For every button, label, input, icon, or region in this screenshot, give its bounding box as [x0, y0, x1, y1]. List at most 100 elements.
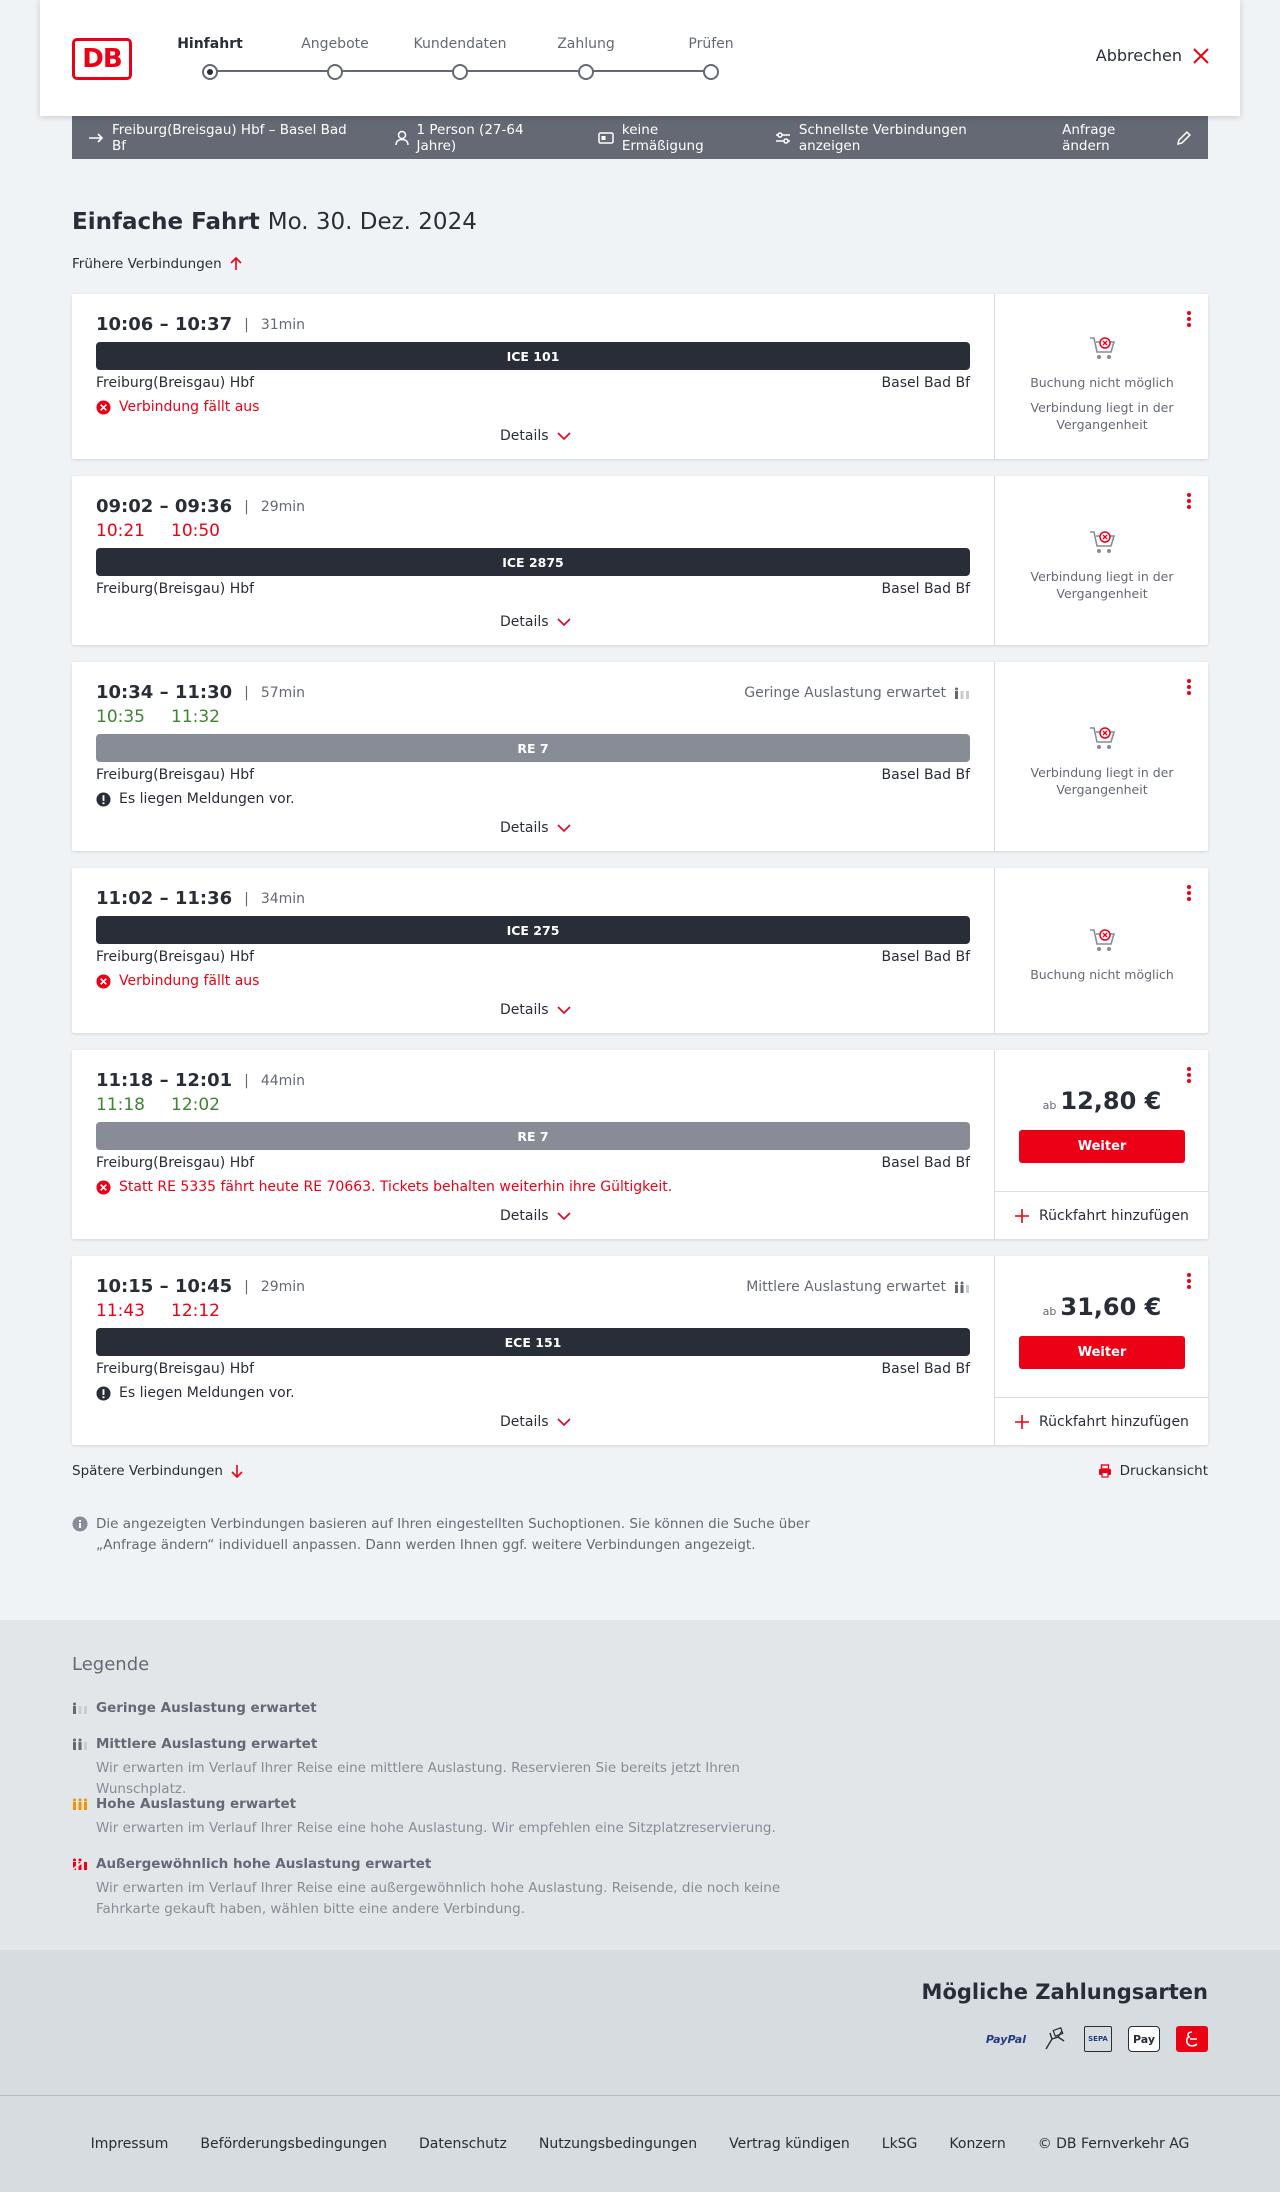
error-icon: [96, 399, 111, 415]
price-label: ab 12,80 €: [1042, 1087, 1162, 1115]
arrow-right-icon: [89, 132, 104, 143]
passenger-summary: 1 Person (27-64 Jahre): [394, 122, 566, 154]
medium-occupancy-icon: [73, 1738, 87, 1750]
details-toggle[interactable]: Details: [500, 428, 571, 444]
connection-card: 11:18 – 12:01 | 44min 11:18 12:02 RE 7 Frei…: [72, 1050, 1209, 1239]
chevron-down-icon: [556, 618, 571, 626]
footer-link-datenschutz[interactable]: Datenschutz: [419, 2136, 507, 2152]
low-occupancy-icon: [73, 1702, 87, 1714]
destination-station: Basel Bad Bf: [881, 375, 970, 391]
medium-occupancy-icon: [955, 1281, 969, 1293]
connection-times: 09:02 – 09:36 | 29min: [96, 496, 306, 517]
sepa-icon: SEPA: [1084, 2026, 1112, 2052]
occupancy-indicator: Mittlere Auslastung erwartet: [746, 1279, 970, 1295]
connection-card: 10:06 – 10:37 | 31min ICE 101 Freiburg(Bre…: [72, 294, 1208, 459]
booking-unavailable: Verbindung liegt in der Vergangenheit: [995, 724, 1209, 798]
train-bar: ICE 2875: [96, 548, 970, 576]
arrow-up-icon: [230, 257, 242, 270]
train-bar: ECE 151: [96, 1328, 970, 1356]
details-toggle[interactable]: Details: [500, 1414, 571, 1430]
continue-button[interactable]: Weiter: [1019, 1130, 1185, 1163]
connection-times: 10:15 – 10:45 | 29min: [96, 1276, 306, 1297]
printer-icon: [1098, 1464, 1111, 1478]
details-toggle[interactable]: Details: [500, 1208, 571, 1224]
fastest-option: Schnellste Verbindungen anzeigen: [775, 122, 1030, 154]
close-icon: [1193, 47, 1209, 64]
very-high-occupancy-icon: [72, 1858, 88, 1870]
destination-station: Basel Bad Bf: [881, 1155, 970, 1171]
filter-icon: [775, 131, 790, 144]
edit-query-button[interactable]: Anfrage ändern: [1062, 122, 1192, 154]
origin-station: Freiburg(Breisgau) Hbf: [96, 949, 255, 965]
more-options-icon[interactable]: [1186, 678, 1192, 696]
origin-station: Freiburg(Breisgau) Hbf: [96, 375, 255, 391]
later-connections-link[interactable]: Spätere Verbindungen: [72, 1463, 243, 1479]
header: DB Hinfahrt Angebote Kundendaten Zahlung…: [40, 0, 1240, 116]
connection-times: 10:06 – 10:37 | 31min: [96, 314, 306, 335]
destination-station: Basel Bad Bf: [881, 949, 970, 965]
db-card-icon: [1176, 2026, 1208, 2052]
error-icon: [96, 973, 111, 989]
legend-item: Mittlere Auslastung erwartet Wir erwarte…: [72, 1736, 832, 1800]
search-info-note: Die angezeigten Verbindungen basieren au…: [72, 1514, 852, 1556]
more-options-icon[interactable]: [1186, 492, 1192, 510]
more-options-icon[interactable]: [1186, 310, 1192, 328]
page-title: Einfache Fahrt Mo. 30. Dez. 2024: [72, 209, 477, 235]
details-toggle[interactable]: Details: [500, 820, 571, 836]
plus-icon: [1015, 1414, 1030, 1429]
train-bar: ICE 275: [96, 916, 970, 944]
legend-item: Geringe Auslastung erwartet: [72, 1700, 832, 1716]
occupancy-legend: Legende Geringe Auslastung erwartet Mitt…: [0, 1620, 1280, 1950]
legend-title: Legende: [72, 1654, 150, 1675]
occupancy-indicator: Geringe Auslastung erwartet: [744, 685, 970, 701]
more-options-icon[interactable]: [1186, 884, 1192, 902]
more-options-icon[interactable]: [1186, 1272, 1192, 1290]
booking-unavailable: Verbindung liegt in der Vergangenheit: [995, 528, 1209, 602]
realtime-times: 10:35 11:32: [96, 707, 220, 727]
origin-station: Freiburg(Breisgau) Hbf: [96, 1361, 255, 1377]
train-bar: RE 7: [96, 734, 970, 762]
warning-icon: [96, 1385, 111, 1401]
footer-link-lksg[interactable]: LkSG: [882, 2136, 918, 2152]
cancel-button[interactable]: Abbrechen: [1096, 46, 1210, 65]
paypal-icon: PayPal: [985, 2032, 1026, 2046]
payment-icons: PayPal SEPA Pay: [986, 2026, 1208, 2052]
cart-unavailable-icon: [1090, 337, 1116, 359]
db-logo[interactable]: DB: [72, 38, 132, 80]
destination-station: Basel Bad Bf: [881, 581, 970, 597]
booking-unavailable: Buchung nicht möglich Verbindung liegt i…: [995, 334, 1209, 433]
cancellation-message: Verbindung fällt aus: [96, 973, 259, 989]
route-summary: Freiburg(Breisgau) Hbf – Basel Bad Bf: [88, 122, 363, 154]
footer-link-impressum[interactable]: Impressum: [91, 2136, 169, 2152]
chevron-down-icon: [556, 1418, 571, 1426]
more-options-icon[interactable]: [1186, 1066, 1192, 1084]
person-icon: [394, 130, 409, 145]
footer-link-konzern[interactable]: Konzern: [949, 2136, 1005, 2152]
details-toggle[interactable]: Details: [500, 1002, 571, 1018]
add-return-button[interactable]: Rückfahrt hinzufügen: [995, 1397, 1209, 1445]
footer-link-vertrag-kuendigen[interactable]: Vertrag kündigen: [729, 2136, 850, 2152]
train-bar: RE 7: [96, 1122, 970, 1150]
add-return-button[interactable]: Rückfahrt hinzufügen: [995, 1191, 1209, 1239]
step-pruefen: Prüfen: [656, 36, 766, 80]
origin-station: Freiburg(Breisgau) Hbf: [96, 581, 255, 597]
footer-link-befoerderungsbedingungen[interactable]: Beförderungsbedingungen: [200, 2136, 387, 2152]
warning-icon: [96, 791, 111, 807]
details-toggle[interactable]: Details: [500, 614, 571, 630]
step-kundendaten: Kundendaten: [405, 36, 515, 80]
apple-pay-icon: Pay: [1128, 2026, 1160, 2052]
destination-station: Basel Bad Bf: [881, 767, 970, 783]
payment-methods: Mögliche Zahlungsarten PayPal SEPA Pay: [0, 1950, 1280, 2095]
notice-message: Es liegen Meldungen vor.: [96, 791, 295, 807]
step-angebote: Angebote: [280, 36, 390, 80]
arrow-down-icon: [231, 1465, 243, 1478]
step-hinfahrt[interactable]: Hinfahrt: [155, 36, 265, 80]
continue-button[interactable]: Weiter: [1019, 1336, 1185, 1369]
error-icon: [96, 1179, 111, 1195]
plus-icon: [1015, 1208, 1030, 1223]
connection-card: 10:15 – 10:45 | 29min Mittlere Auslastung …: [72, 1256, 1209, 1445]
footer-link-nutzungsbedingungen[interactable]: Nutzungsbedingungen: [539, 2136, 697, 2152]
discount-summary: keine Ermäßigung: [598, 122, 743, 154]
earlier-connections-link[interactable]: Frühere Verbindungen: [72, 256, 242, 272]
print-view-link[interactable]: Druckansicht: [1098, 1463, 1208, 1479]
